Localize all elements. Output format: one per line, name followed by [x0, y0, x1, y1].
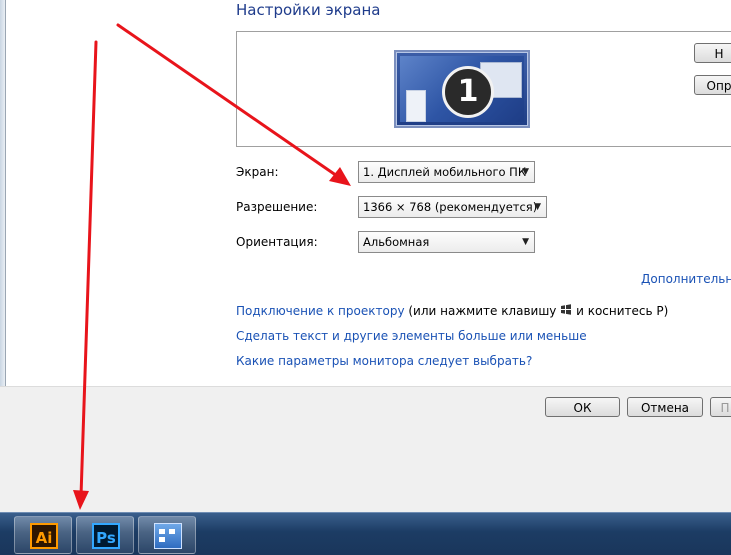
orientation-select-value: Альбомная [363, 235, 430, 249]
window-title: Настройки экрана [236, 1, 381, 19]
find-button[interactable]: Н [694, 43, 731, 63]
taskbar-button-illustrator[interactable]: Ai [14, 516, 72, 554]
text-size-link[interactable]: Сделать текст и другие элементы больше и… [236, 329, 587, 343]
apply-button[interactable]: П [710, 397, 731, 417]
which-settings-link[interactable]: Какие параметры монитора следует выбрать… [236, 354, 532, 368]
chevron-down-icon: ▼ [522, 237, 529, 247]
identify-button[interactable]: Опр [694, 75, 731, 95]
projector-link[interactable]: Подключение к проектору [236, 304, 405, 318]
advanced-settings-link[interactable]: Дополнительны [641, 272, 731, 286]
illustrator-icon: Ai [30, 523, 58, 549]
monitor-window-icon [406, 90, 426, 122]
projector-hint-text: (или нажмите клавишу [408, 304, 557, 318]
taskbar-button-photoshop[interactable]: Ps [76, 516, 134, 554]
control-panel-icon-part [169, 529, 175, 534]
control-panel-icon-part [159, 537, 165, 542]
resolution-label: Разрешение: [236, 200, 318, 214]
orientation-select[interactable]: Альбомная ▼ [358, 231, 535, 253]
monitor-screen: 1 [400, 56, 524, 122]
windows-logo-icon [560, 304, 572, 318]
projector-hint-text-end: и коснитесь P) [576, 304, 669, 318]
chevron-down-icon: ▼ [534, 202, 541, 212]
projector-row: Подключение к проектору (или нажмите кла… [236, 304, 668, 318]
control-panel-icon [154, 523, 182, 549]
monitor-preview-area: 1 [236, 31, 731, 147]
resolution-select-value: 1366 × 768 (рекомендуется) [363, 200, 538, 214]
chevron-down-icon: ▼ [522, 167, 529, 177]
display-select[interactable]: 1. Дисплей мобильного ПК ▼ [358, 161, 535, 183]
orientation-label: Ориентация: [236, 235, 318, 249]
monitor-number-badge: 1 [442, 66, 494, 118]
display-label: Экран: [236, 165, 279, 179]
dialog-button-bar [0, 387, 731, 512]
resolution-select[interactable]: 1366 × 768 (рекомендуется) ▼ [358, 196, 547, 218]
control-panel-icon-part [159, 529, 165, 534]
display-select-value: 1. Дисплей мобильного ПК [363, 165, 526, 179]
ok-button[interactable]: ОК [545, 397, 620, 417]
taskbar: Ai Ps [0, 512, 731, 555]
taskbar-button-control-panel[interactable] [138, 516, 196, 554]
monitor-thumbnail[interactable]: 1 [394, 50, 530, 128]
cancel-button[interactable]: Отмена [627, 397, 703, 417]
photoshop-icon: Ps [92, 523, 120, 549]
